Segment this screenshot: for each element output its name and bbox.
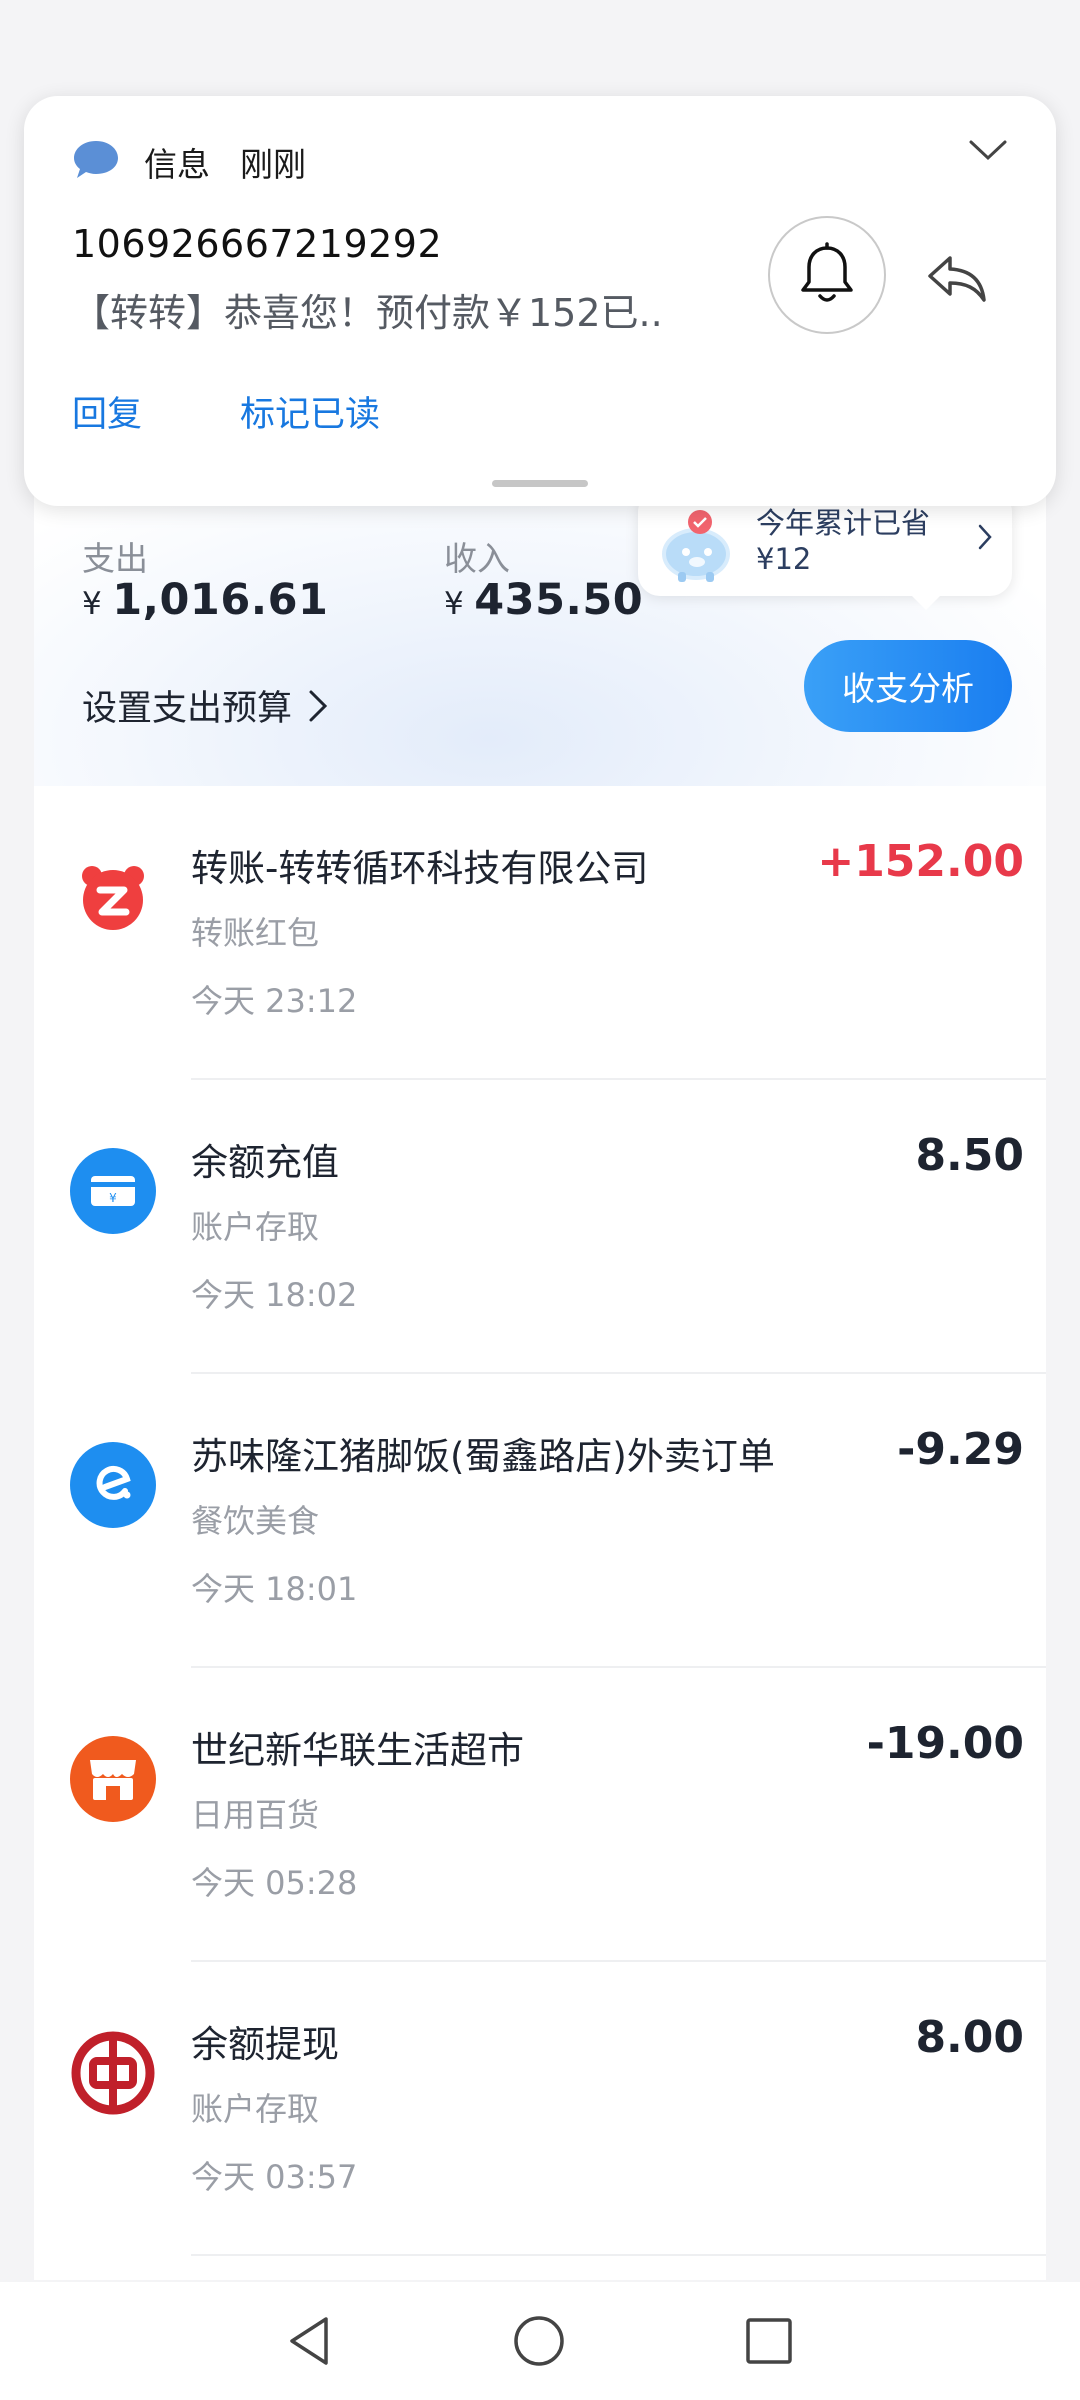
transaction-category: 转账红包 <box>191 914 320 952</box>
notification-body: 【转转】恭喜您！预付款￥152已.. <box>72 291 663 335</box>
monthly-summary: 支出 ¥1,016.61 收入 ¥435.50 设置支出预算 收支分析 今年累计… <box>34 470 1046 786</box>
back-icon <box>290 2317 328 2365</box>
bell-icon <box>801 242 853 302</box>
eleme-icon <box>70 1442 156 1528</box>
savings-amount: ¥12 <box>756 542 812 576</box>
reply-icon <box>928 256 986 302</box>
chevron-down-icon[interactable] <box>968 138 1008 162</box>
income-label: 收入 <box>444 539 510 578</box>
transaction-row[interactable]: 余额提现 账户存取 今天 03:57 8.00 <box>34 1962 1046 2256</box>
divider <box>191 2254 1046 2256</box>
chevron-right-icon <box>309 690 328 721</box>
bill-card: 支出 ¥1,016.61 收入 ¥435.50 设置支出预算 收支分析 今年累计… <box>34 470 1046 2280</box>
sms-notification[interactable]: 信息 刚刚 106926667219292 【转转】恭喜您！预付款￥152已..… <box>24 96 1056 506</box>
notification-sender: 106926667219292 <box>72 222 443 266</box>
transaction-row[interactable]: 苏味隆江猪脚饭(蜀鑫路店)外卖订单 餐饮美食 今天 18:01 -9.29 <box>34 1374 1046 1668</box>
shop-icon <box>70 1736 156 1822</box>
transaction-amount: +152.00 <box>817 836 1024 887</box>
transaction-row[interactable]: 世纪新华联生活超市 日用百货 今天 05:28 -19.00 <box>34 1668 1046 1962</box>
transaction-time: 今天 23:12 <box>191 982 358 1020</box>
bell-button[interactable] <box>768 216 886 334</box>
balance-card-icon: ¥ <box>70 1148 156 1234</box>
expense-currency: ¥ <box>82 586 103 622</box>
set-budget-label: 设置支出预算 <box>82 689 293 729</box>
transaction-row[interactable]: 转账-转转循环科技有限公司 转账红包 今天 23:12 +152.00 <box>34 786 1046 1080</box>
income-value[interactable]: ¥435.50 <box>444 575 643 625</box>
transaction-title: 余额充值 <box>191 1141 339 1184</box>
home-icon <box>514 2316 564 2366</box>
mark-read-action[interactable]: 标记已读 <box>240 386 380 437</box>
transaction-category: 账户存取 <box>191 2090 320 2128</box>
set-budget-link[interactable]: 设置支出预算 <box>82 680 328 731</box>
transaction-amount: -9.29 <box>897 1424 1024 1475</box>
transaction-time: 今天 05:28 <box>191 1864 358 1902</box>
transaction-time: 今天 03:57 <box>191 2158 358 2196</box>
income-expense-analysis-button[interactable]: 收支分析 <box>804 640 1012 732</box>
transaction-title: 世纪新华联生活超市 <box>191 1729 524 1772</box>
transaction-amount: -19.00 <box>866 1718 1024 1769</box>
transaction-category: 账户存取 <box>191 1208 320 1246</box>
notification-app-name: 信息 <box>144 145 210 184</box>
svg-text:¥: ¥ <box>109 1191 117 1205</box>
reply-button[interactable] <box>914 236 998 320</box>
income-amount: 435.50 <box>474 575 644 625</box>
transaction-row[interactable]: ¥ 余额充值 账户存取 今天 18:02 8.50 <box>34 1080 1046 1374</box>
reply-action[interactable]: 回复 <box>72 386 142 437</box>
bank-of-china-icon <box>70 2030 156 2116</box>
transaction-title: 转账-转转循环科技有限公司 <box>191 847 649 890</box>
expense-amount: 1,016.61 <box>112 575 329 625</box>
income-currency: ¥ <box>444 586 465 622</box>
transaction-list: 转账-转转循环科技有限公司 转账红包 今天 23:12 +152.00 ¥ 余额… <box>34 786 1046 2256</box>
drag-handle[interactable] <box>492 480 588 487</box>
screen: 支出 ¥1,016.61 收入 ¥435.50 设置支出预算 收支分析 今年累计… <box>0 0 1080 2400</box>
savings-title: 今年累计已省 <box>756 506 931 540</box>
notification-time: 刚刚 <box>240 145 306 184</box>
recents-icon <box>746 2318 792 2364</box>
transaction-amount: 8.50 <box>915 1130 1024 1181</box>
transaction-time: 今天 18:01 <box>191 1570 358 1608</box>
chevron-right-icon <box>978 524 992 550</box>
piggy-bank-icon <box>662 510 730 582</box>
expense-label: 支出 <box>82 539 148 578</box>
zhuanzhuan-icon <box>70 854 156 940</box>
back-button[interactable] <box>274 2306 344 2376</box>
transaction-category: 日用百货 <box>191 1796 320 1834</box>
transaction-category: 餐饮美食 <box>191 1502 320 1540</box>
transaction-time: 今天 18:02 <box>191 1276 358 1314</box>
home-button[interactable] <box>504 2306 574 2376</box>
recents-button[interactable] <box>734 2306 804 2376</box>
expense-value[interactable]: ¥1,016.61 <box>82 575 328 625</box>
navigation-bar <box>0 2282 1080 2400</box>
transaction-title: 余额提现 <box>191 2023 339 2066</box>
transaction-title: 苏味隆江猪脚饭(蜀鑫路店)外卖订单 <box>191 1435 775 1478</box>
message-icon <box>74 141 118 178</box>
transaction-amount: 8.00 <box>915 2012 1024 2063</box>
